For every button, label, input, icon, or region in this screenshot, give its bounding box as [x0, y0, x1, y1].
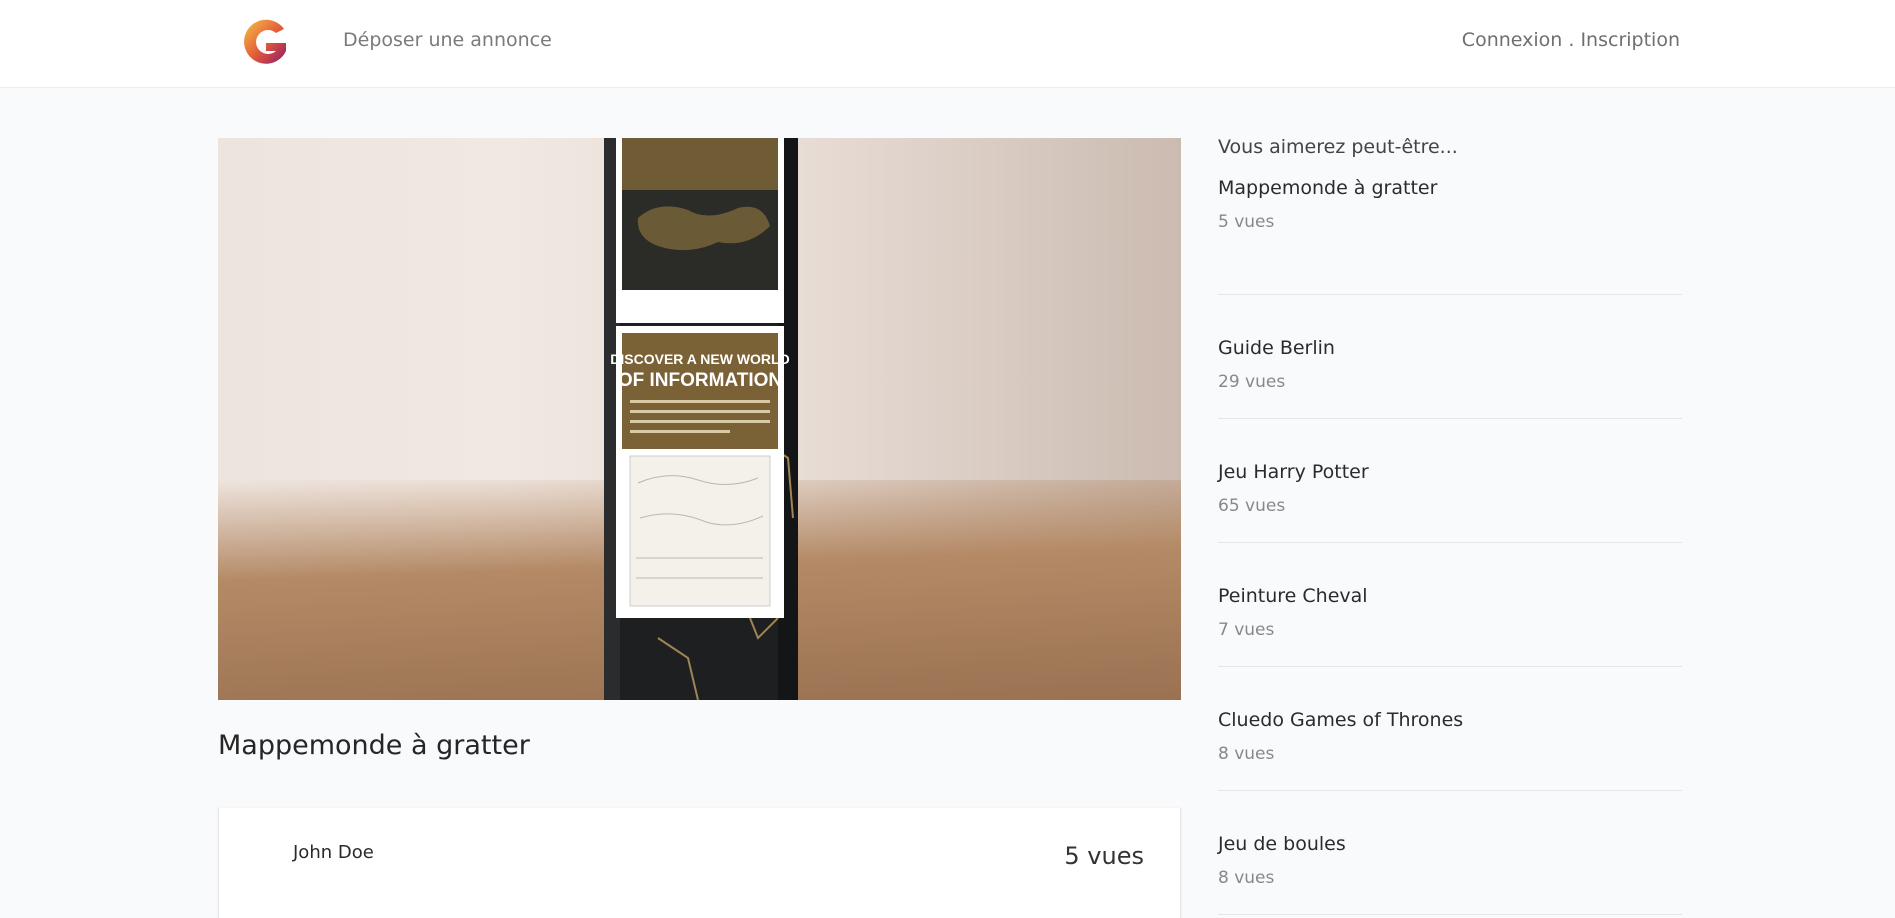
recommendation-title[interactable]: Jeu de boules [1218, 833, 1346, 855]
recommendation-views: 8 vues [1218, 744, 1275, 764]
recommendation-views: 7 vues [1218, 620, 1275, 640]
recommendation-title[interactable]: Cluedo Games of Thrones [1218, 709, 1463, 731]
listing-title: Mappemonde à gratter [218, 730, 530, 761]
recommendation-views: 65 vues [1218, 496, 1286, 516]
recommendation-views: 5 vues [1218, 212, 1275, 232]
post-ad-link[interactable]: Déposer une annonce [343, 29, 552, 51]
auth-links: Connexion . Inscription [1462, 29, 1680, 51]
recommendation-item[interactable]: Mappemonde à gratter 5 vues [1218, 171, 1682, 295]
recommendation-item[interactable]: Peinture Cheval 7 vues [1218, 543, 1682, 667]
recommendations-heading: Vous aimerez peut-être... [1218, 136, 1458, 158]
recommendation-views: 29 vues [1218, 372, 1286, 392]
recommendation-views: 8 vues [1218, 868, 1275, 888]
seller-card: John Doe 5 vues [218, 808, 1181, 918]
recommendation-item[interactable]: Guide Berlin 29 vues [1218, 295, 1682, 419]
recommendation-title[interactable]: Guide Berlin [1218, 337, 1335, 359]
photo-headline-2: OF INFORMATION [618, 370, 782, 391]
auth-separator: . [1562, 29, 1581, 51]
recommendation-title[interactable]: Mappemonde à gratter [1218, 177, 1437, 199]
seller-name[interactable]: John Doe [293, 842, 374, 863]
recommendation-item[interactable]: Jeu de boules 8 vues [1218, 791, 1682, 915]
scratch-map-tube-image: DISCOVER A NEW WORLD OF INFORMATION [604, 138, 798, 700]
login-link[interactable]: Connexion [1462, 29, 1563, 51]
top-navbar: Déposer une annonce Connexion . Inscript… [0, 0, 1895, 88]
recommendation-item[interactable]: Jeu Harry Potter 65 vues [1218, 419, 1682, 543]
recommendation-item[interactable]: Cluedo Games of Thrones 8 vues [1218, 667, 1682, 791]
g-logo-icon[interactable] [238, 15, 292, 71]
signup-link[interactable]: Inscription [1580, 29, 1680, 51]
recommendation-title[interactable]: Peinture Cheval [1218, 585, 1368, 607]
listing-photo[interactable]: DISCOVER A NEW WORLD OF INFORMATION [218, 138, 1181, 700]
recommendations-sidebar: Vous aimerez peut-être... Mappemonde à g… [1218, 136, 1682, 915]
listing-views-count: 5 vues [1064, 842, 1144, 870]
photo-headline-1: DISCOVER A NEW WORLD [610, 351, 789, 367]
recommendation-title[interactable]: Jeu Harry Potter [1218, 461, 1369, 483]
